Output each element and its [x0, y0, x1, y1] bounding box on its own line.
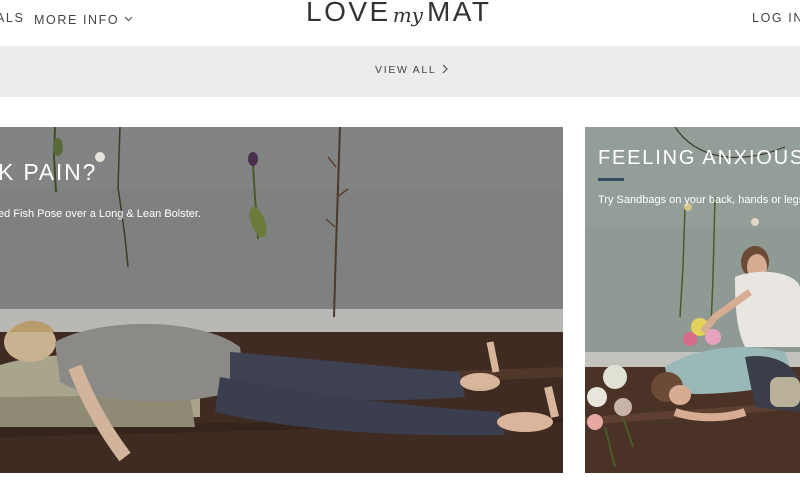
logo-text-love: LOVE [306, 0, 391, 27]
view-all-bar: VIEW ALL [0, 46, 800, 97]
nav-link-more-info-label: MORE INFO [34, 13, 120, 27]
card-description: Try Sandbags on your back, hands or legs… [598, 194, 800, 206]
card-title: K PAIN? [0, 159, 98, 185]
login-link[interactable]: LOG IN [752, 11, 800, 25]
card-title: FEELING ANXIOUS? [598, 147, 800, 169]
card-description: ed Fish Pose over a Long & Lean Bolster. [0, 208, 202, 220]
chevron-right-icon [443, 64, 449, 74]
title-underline [598, 178, 624, 181]
nav-link-more-info[interactable]: MORE INFO [34, 11, 133, 27]
nav-link-tutorials[interactable]: ALS [0, 11, 24, 25]
chevron-down-icon [124, 11, 133, 25]
view-all-label: VIEW ALL [375, 64, 437, 76]
promo-card-feeling-anxious[interactable]: FEELING ANXIOUS? Try Sandbags on your ba… [585, 127, 800, 473]
view-all-link[interactable]: VIEW ALL [375, 64, 449, 76]
promo-card-back-pain[interactable]: K PAIN? ed Fish Pose over a Long & Lean … [0, 127, 563, 473]
logo-text-mat: MAT [426, 0, 492, 27]
logo-text-my: my [392, 3, 423, 27]
site-header: ALS MORE INFO LOVE my MAT LOG IN [0, 0, 800, 46]
site-logo[interactable]: LOVE my MAT [306, 0, 492, 41]
